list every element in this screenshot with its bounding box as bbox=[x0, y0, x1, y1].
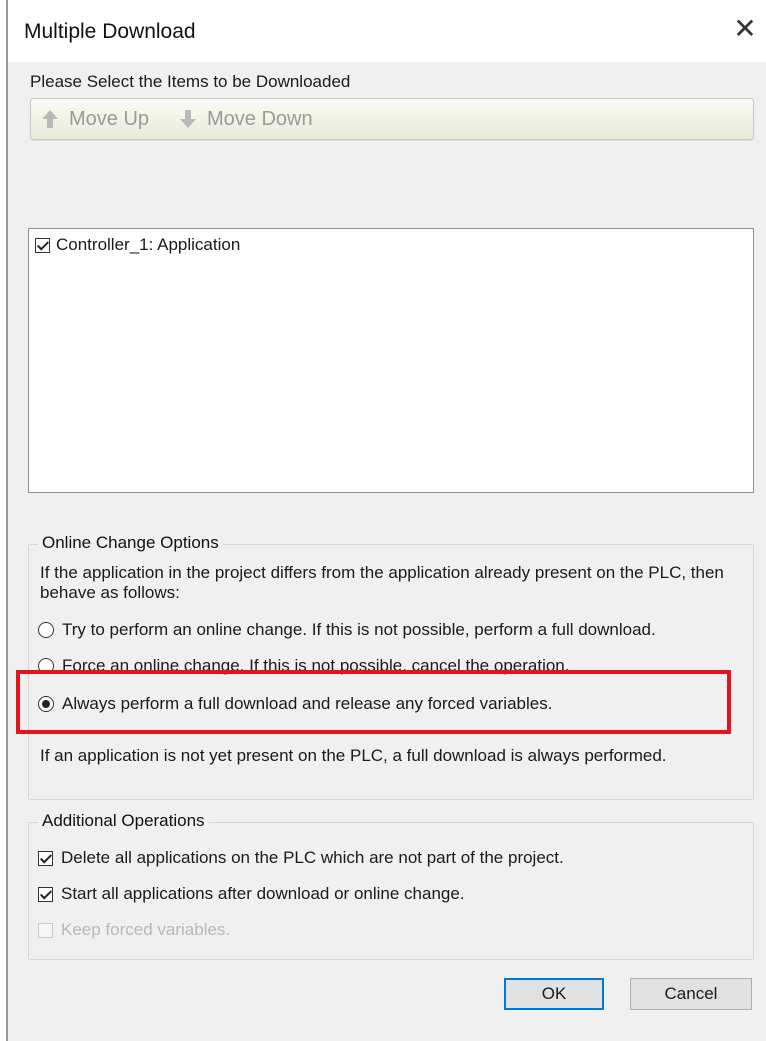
items-section-label: Please Select the Items to be Downloaded bbox=[30, 72, 351, 91]
radio-label: Always perform a full download and relea… bbox=[62, 694, 553, 713]
radio-button[interactable] bbox=[38, 658, 54, 674]
dialog-title: Multiple Download bbox=[24, 20, 196, 43]
radio-button-selected[interactable] bbox=[38, 696, 54, 712]
close-icon[interactable]: ✕ bbox=[730, 14, 760, 44]
online-change-description: If the application in the project differ… bbox=[40, 563, 724, 602]
list-item-label: Controller_1: Application bbox=[56, 235, 241, 254]
radio-label: Force an online change. If this is not p… bbox=[62, 656, 570, 675]
download-items-list[interactable]: Controller_1: Application bbox=[28, 228, 754, 493]
additional-operations-legend: Additional Operations bbox=[38, 811, 209, 831]
item-checkbox[interactable] bbox=[35, 237, 50, 253]
arrow-down-icon bbox=[179, 109, 197, 129]
move-down-button[interactable]: Move Down bbox=[179, 107, 313, 131]
order-toolbar: Move Up Move Down bbox=[30, 98, 754, 140]
radio-force-online-change[interactable]: Force an online change. If this is not p… bbox=[38, 656, 569, 676]
checkbox[interactable] bbox=[38, 886, 53, 902]
checkbox-disabled bbox=[38, 922, 53, 938]
check-start-applications[interactable]: Start all applications after download or… bbox=[38, 884, 465, 904]
radio-try-online-change[interactable]: Try to perform an online change. If this… bbox=[38, 620, 656, 640]
list-item-controller-1[interactable]: Controller_1: Application bbox=[35, 235, 240, 255]
checkbox-label: Delete all applications on the PLC which… bbox=[61, 848, 564, 867]
checkbox-label: Keep forced variables. bbox=[61, 920, 231, 939]
check-keep-forced-variables: Keep forced variables. bbox=[38, 920, 230, 940]
checkbox-label: Start all applications after download or… bbox=[61, 884, 465, 903]
online-change-legend: Online Change Options bbox=[38, 533, 223, 553]
radio-button[interactable] bbox=[38, 622, 54, 638]
move-up-button[interactable]: Move Up bbox=[41, 107, 149, 131]
move-down-label: Move Down bbox=[207, 107, 313, 130]
move-up-label: Move Up bbox=[69, 107, 150, 130]
cancel-button[interactable]: Cancel bbox=[630, 978, 752, 1010]
checkbox[interactable] bbox=[38, 850, 53, 866]
ok-button[interactable]: OK bbox=[504, 978, 604, 1010]
multiple-download-dialog: Multiple Download ✕ Please Select the It… bbox=[8, 0, 766, 1041]
radio-always-full-download[interactable]: Always perform a full download and relea… bbox=[38, 694, 552, 714]
title-bar: Multiple Download ✕ bbox=[8, 0, 766, 62]
check-delete-applications[interactable]: Delete all applications on the PLC which… bbox=[38, 848, 564, 868]
online-change-note: If an application is not yet present on … bbox=[40, 746, 667, 765]
radio-label: Try to perform an online change. If this… bbox=[62, 620, 656, 639]
arrow-up-icon bbox=[41, 109, 59, 129]
